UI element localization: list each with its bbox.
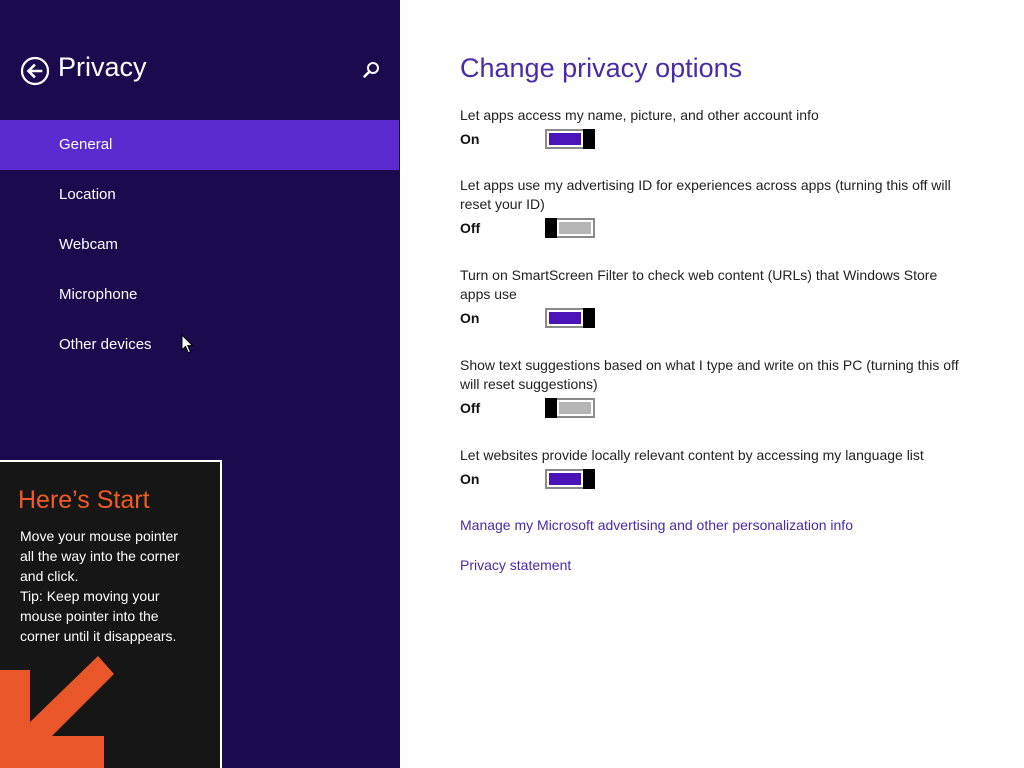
toggle-track xyxy=(559,222,591,234)
setting-advertising-id: Let apps use my advertising ID for exper… xyxy=(460,176,970,240)
setting-description: Turn on SmartScreen Filter to check web … xyxy=(460,267,938,302)
toggle-thumb xyxy=(583,469,595,489)
mouse-pointer-icon xyxy=(181,334,194,354)
text-suggestions-toggle[interactable] xyxy=(545,398,595,418)
manage-advertising-link[interactable]: Manage my Microsoft advertising and othe… xyxy=(460,517,853,533)
nav-title: Privacy xyxy=(58,52,147,82)
setting-smartscreen: Turn on SmartScreen Filter to check web … xyxy=(460,266,970,330)
advertising-id-toggle[interactable] xyxy=(545,218,595,238)
toggle-row: On xyxy=(460,129,970,151)
toggle-state-label: On xyxy=(460,131,480,147)
nav-item-location[interactable]: Location xyxy=(0,170,400,220)
toggle-track xyxy=(549,473,581,485)
smartscreen-toggle[interactable] xyxy=(545,308,595,328)
setting-text-suggestions: Show text suggestions based on what I ty… xyxy=(460,356,970,420)
toggle-track xyxy=(559,402,591,414)
toggle-row: Off xyxy=(460,398,970,420)
toggle-state-label: Off xyxy=(460,400,481,416)
language-list-toggle[interactable] xyxy=(545,469,595,489)
toggle-thumb xyxy=(545,398,557,418)
nav-item-webcam[interactable]: Webcam xyxy=(0,220,400,270)
diagonal-arrow-icon xyxy=(0,656,114,768)
privacy-statement-link[interactable]: Privacy statement xyxy=(460,557,571,573)
setting-description: Show text suggestions based on what I ty… xyxy=(460,357,959,392)
toggle-thumb xyxy=(583,308,595,328)
nav-item-other-devices[interactable]: Other devices xyxy=(0,320,400,370)
toggle-thumb xyxy=(545,218,557,238)
toggle-track xyxy=(549,312,581,324)
toggle-state-label: On xyxy=(460,310,480,326)
toggle-state-label: Off xyxy=(460,220,481,236)
back-button[interactable] xyxy=(20,56,50,86)
pc-settings-window: Privacy General Location Webcam Micropho… xyxy=(0,0,1024,768)
toggle-row: On xyxy=(460,308,970,330)
page-title: Change privacy options xyxy=(460,53,743,83)
toggle-row: Off xyxy=(460,218,970,240)
toggle-state-label: On xyxy=(460,471,480,487)
setting-language-list: Let websites provide locally relevant co… xyxy=(460,446,970,491)
search-icon xyxy=(363,62,379,78)
tip-body: Move your mouse pointer all the way into… xyxy=(20,528,180,644)
nav-item-general[interactable]: General xyxy=(0,120,399,170)
nav-item-microphone[interactable]: Microphone xyxy=(0,270,400,320)
setting-description: Let websites provide locally relevant co… xyxy=(460,447,924,463)
toggle-row: On xyxy=(460,469,970,491)
setting-account-info: Let apps access my name, picture, and ot… xyxy=(460,106,970,151)
setting-description: Let apps use my advertising ID for exper… xyxy=(460,177,951,212)
start-tip-popup: Here’s Start Move your mouse pointer all… xyxy=(0,460,222,768)
nav-list: General Location Webcam Microphone Other… xyxy=(0,120,400,370)
tip-title: Here’s Start xyxy=(18,486,150,514)
back-arrow-icon xyxy=(20,56,50,86)
account-info-toggle[interactable] xyxy=(545,129,595,149)
toggle-track xyxy=(549,133,581,145)
setting-description: Let apps access my name, picture, and ot… xyxy=(460,107,819,123)
toggle-thumb xyxy=(583,129,595,149)
search-button[interactable] xyxy=(361,60,381,80)
